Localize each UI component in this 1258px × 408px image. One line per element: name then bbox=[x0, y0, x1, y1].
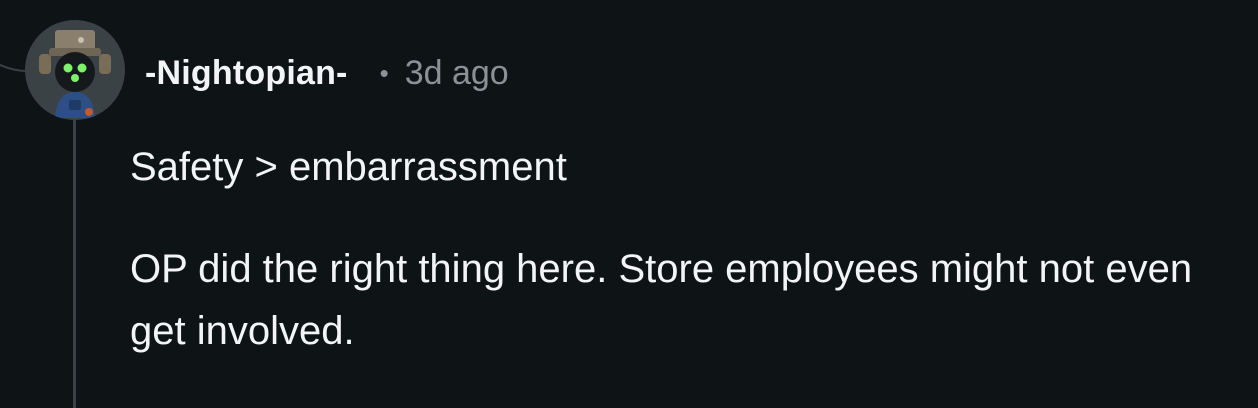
thread-line[interactable] bbox=[73, 116, 76, 408]
username-link[interactable]: -Nightopian- bbox=[145, 54, 348, 93]
comment-paragraph: OP did the right thing here. Store emplo… bbox=[130, 247, 1193, 353]
parent-thread-connector bbox=[0, 0, 28, 72]
comment: -Nightopian- • 3d ago Safety > embarrass… bbox=[0, 0, 1258, 408]
timestamp[interactable]: 3d ago bbox=[405, 54, 509, 93]
avatar[interactable] bbox=[25, 20, 125, 120]
comment-body: Safety > embarrassment OP did the right … bbox=[130, 136, 1240, 362]
comment-paragraph: Safety > embarrassment bbox=[130, 145, 567, 189]
robot-avatar-icon bbox=[39, 30, 111, 118]
comment-header: -Nightopian- • 3d ago bbox=[145, 48, 509, 98]
meta-separator: • bbox=[379, 57, 389, 88]
